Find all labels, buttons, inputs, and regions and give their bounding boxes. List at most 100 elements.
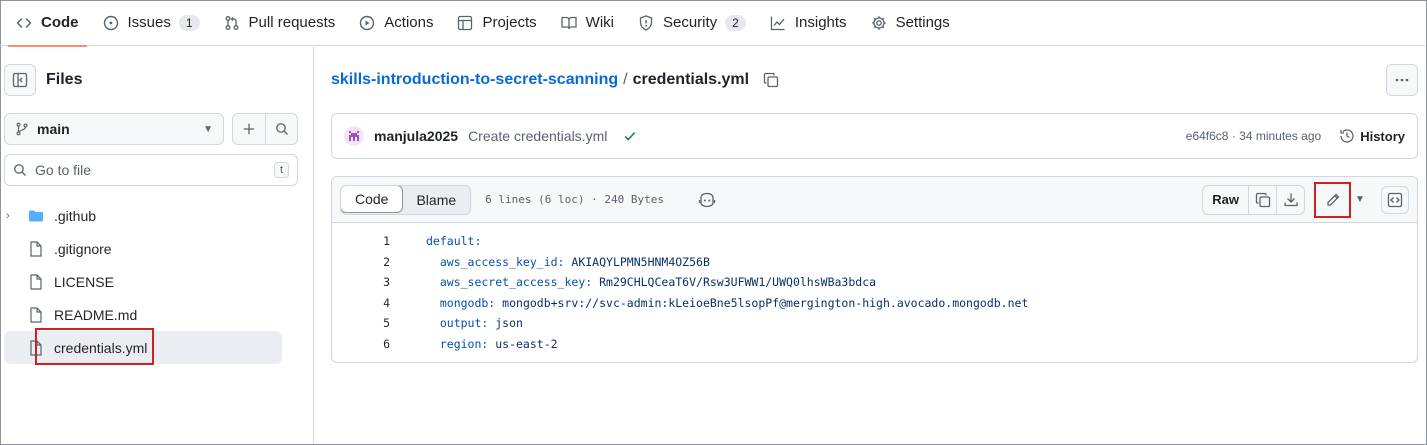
go-to-file-placeholder: Go to file bbox=[35, 162, 92, 178]
line-number[interactable]: 1 bbox=[332, 234, 390, 248]
tab-projects[interactable]: Projects bbox=[445, 0, 548, 46]
commit-meta[interactable]: e64f6c8 · 34 minutes ago bbox=[1186, 129, 1321, 143]
table-icon bbox=[457, 15, 473, 31]
tree-item-label: README.md bbox=[54, 306, 138, 323]
yaml-value: json bbox=[488, 316, 523, 331]
symbols-panel-button[interactable] bbox=[1381, 185, 1409, 214]
shield-icon bbox=[638, 14, 654, 31]
code-line: 1 default: bbox=[332, 231, 1417, 252]
search-icon bbox=[13, 163, 27, 177]
yaml-value: Rm29CHLQCeaT6V/Rsw3UFWW1/UWQ0lhsWBa3bdca bbox=[592, 275, 877, 290]
issues-count-badge: 1 bbox=[178, 14, 200, 31]
tree-item-readme[interactable]: README.md bbox=[4, 298, 282, 331]
tab-pull-requests[interactable]: Pull requests bbox=[212, 0, 348, 46]
collapse-sidebar-button[interactable] bbox=[4, 64, 36, 96]
search-files-button[interactable] bbox=[265, 114, 297, 144]
pull-request-icon bbox=[224, 15, 240, 31]
tab-security[interactable]: Security 2 bbox=[626, 0, 758, 46]
tab-label: Pull requests bbox=[248, 14, 336, 31]
tab-label: Projects bbox=[482, 14, 537, 31]
code-line: 6 region: us-east-2 bbox=[332, 334, 1417, 355]
file-icon bbox=[28, 273, 44, 290]
tab-blame-view[interactable]: Blame bbox=[402, 186, 470, 214]
chevron-right-icon: › bbox=[6, 209, 10, 222]
latest-commit-bar: manjula2025 Create credentials.yml e64f6… bbox=[331, 113, 1418, 159]
file-info: 6 lines (6 loc) · 240 Bytes bbox=[485, 193, 664, 206]
repo-nav: Code Issues 1 Pull requests Actions Proj… bbox=[0, 0, 1425, 47]
yaml-key: aws_access_key_id: bbox=[426, 254, 565, 269]
branch-name: main bbox=[37, 121, 70, 137]
copy-raw-button[interactable] bbox=[1248, 185, 1276, 214]
yaml-key: mongodb: bbox=[426, 295, 496, 310]
copilot-icon[interactable] bbox=[698, 192, 716, 208]
go-to-file-input[interactable]: Go to file t bbox=[4, 154, 298, 186]
line-number[interactable]: 2 bbox=[332, 255, 390, 269]
tree-item-license[interactable]: LICENSE bbox=[4, 265, 282, 298]
code-content[interactable]: 1 default: 2 aws_access_key_id: AKIAQYLPM… bbox=[332, 223, 1417, 354]
branch-selector[interactable]: main ▼ bbox=[4, 113, 224, 145]
add-file-button[interactable] bbox=[233, 114, 265, 144]
tab-label: Code bbox=[41, 14, 79, 31]
file-actions: Raw ▼ bbox=[1202, 184, 1409, 215]
avatar[interactable] bbox=[344, 126, 364, 146]
yaml-key: aws_secret_access_key: bbox=[426, 275, 593, 290]
breadcrumb-repo-link[interactable]: skills-introduction-to-secret-scanning bbox=[331, 71, 618, 89]
more-options-button[interactable] bbox=[1386, 64, 1418, 96]
tab-code-view[interactable]: Code bbox=[341, 185, 404, 213]
line-text: mongodb: mongodb+srv://svc-admin:kLeioeB… bbox=[426, 295, 1029, 310]
tree-item-gitignore[interactable]: .gitignore bbox=[4, 232, 282, 265]
code-line: 5 output: json bbox=[332, 313, 1417, 334]
yaml-value: us-east-2 bbox=[488, 336, 558, 351]
history-button[interactable]: History bbox=[1339, 128, 1405, 144]
line-text: aws_secret_access_key: Rm29CHLQCeaT6V/Rs… bbox=[426, 275, 876, 289]
tab-code[interactable]: Code bbox=[4, 0, 91, 47]
search-icon bbox=[275, 122, 289, 136]
tab-insights[interactable]: Insights bbox=[758, 0, 859, 46]
breadcrumb-separator: / bbox=[623, 71, 628, 88]
yaml-key: output: bbox=[426, 316, 489, 331]
line-number[interactable]: 6 bbox=[332, 337, 390, 351]
line-text: default: bbox=[426, 234, 481, 248]
tab-label: Actions bbox=[384, 14, 434, 31]
security-count-badge: 2 bbox=[725, 14, 746, 31]
view-mode-toggle: Code Blame bbox=[340, 184, 472, 215]
download-raw-button[interactable] bbox=[1276, 185, 1304, 214]
code-square-icon bbox=[1387, 192, 1403, 208]
line-number[interactable]: 4 bbox=[332, 296, 390, 310]
line-text: output: json bbox=[426, 316, 523, 330]
issue-icon bbox=[103, 15, 119, 31]
tab-label: Security bbox=[662, 14, 718, 31]
tab-actions[interactable]: Actions bbox=[347, 0, 445, 46]
tree-item-label: .gitignore bbox=[54, 240, 112, 257]
yaml-value: mongodb+srv://svc-admin:kLeioeBne5lsopPf… bbox=[495, 295, 1029, 310]
file-icon bbox=[28, 240, 44, 257]
code-viewer: Code Blame 6 lines (6 loc) · 240 Bytes R… bbox=[331, 176, 1418, 363]
tree-item-github-folder[interactable]: › .github bbox=[4, 199, 282, 232]
commit-author[interactable]: manjula2025 bbox=[374, 128, 458, 144]
code-icon bbox=[16, 15, 32, 31]
yaml-key: region: bbox=[426, 336, 489, 351]
file-tree-sidebar: Files main ▼ Go to file t › .github .git… bbox=[0, 47, 314, 444]
commit-message[interactable]: Create credentials.yml bbox=[468, 128, 607, 144]
tab-issues[interactable]: Issues 1 bbox=[91, 0, 212, 46]
history-icon bbox=[1339, 128, 1355, 144]
branch-icon bbox=[15, 122, 29, 136]
gear-icon bbox=[871, 15, 887, 31]
line-text: region: us-east-2 bbox=[426, 337, 558, 351]
tab-settings[interactable]: Settings bbox=[859, 0, 962, 46]
chevron-down-icon: ▼ bbox=[1355, 194, 1365, 205]
yaml-value: AKIAQYLPMN5HNM4OZ56B bbox=[564, 254, 710, 269]
raw-button[interactable]: Raw bbox=[1203, 186, 1248, 214]
play-icon bbox=[359, 15, 375, 31]
graph-icon bbox=[770, 15, 786, 31]
line-text: aws_access_key_id: AKIAQYLPMN5HNM4OZ56B bbox=[426, 255, 710, 269]
code-line: 4 mongodb: mongodb+srv://svc-admin:kLeio… bbox=[332, 293, 1417, 314]
line-number[interactable]: 5 bbox=[332, 316, 390, 330]
check-icon bbox=[623, 129, 637, 143]
edit-options-dropdown[interactable]: ▼ bbox=[1349, 186, 1371, 214]
line-number[interactable]: 3 bbox=[332, 275, 390, 289]
sidebar-actions bbox=[232, 113, 298, 145]
tab-wiki[interactable]: Wiki bbox=[549, 0, 626, 46]
copy-path-icon[interactable] bbox=[763, 72, 779, 88]
breadcrumb-file: credentials.yml bbox=[632, 71, 750, 88]
